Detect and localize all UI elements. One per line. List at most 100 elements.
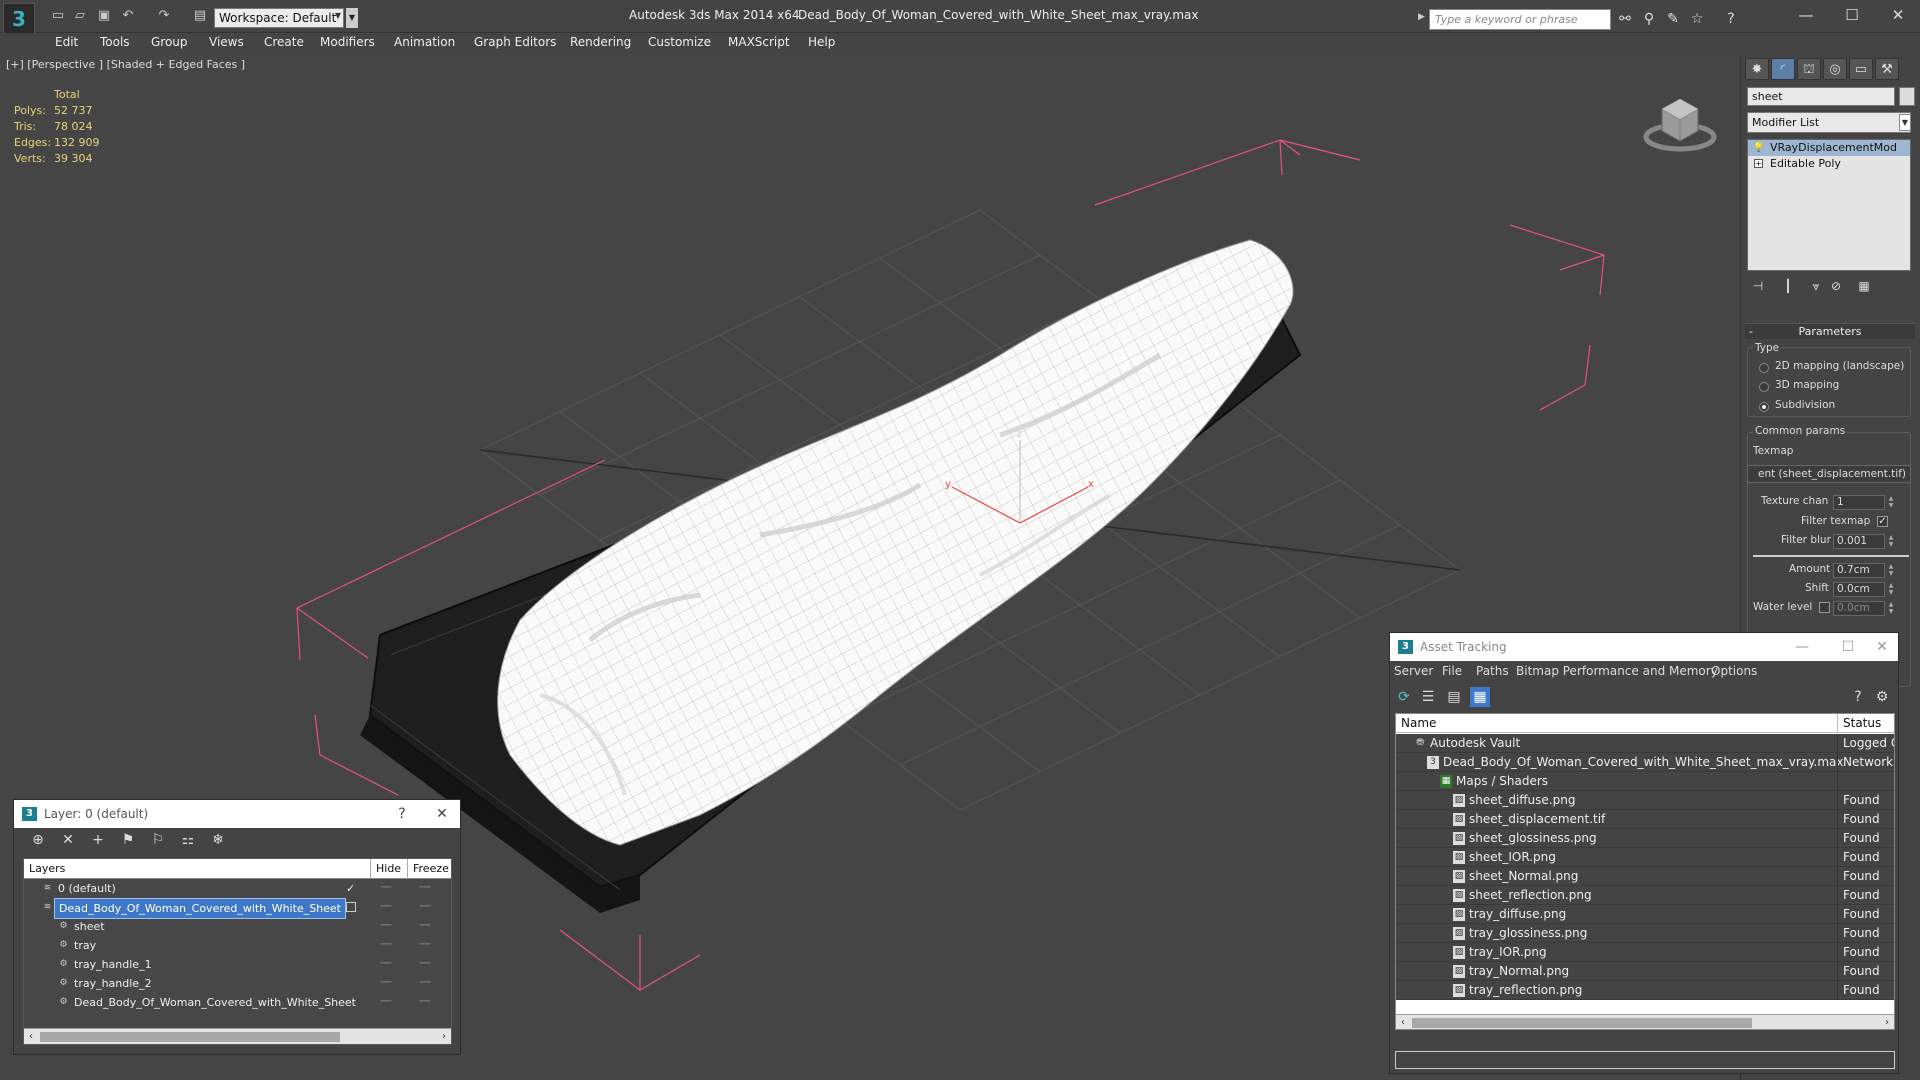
hide-toggle[interactable]: ── [378,955,394,974]
column-name[interactable]: Name [1396,714,1436,733]
create-layer-icon[interactable]: ⊕ [28,830,48,850]
menu-graph-editors[interactable]: Graph Editors [474,35,556,49]
remove-modifier-icon[interactable]: ⊘ [1825,277,1847,295]
layer-row[interactable]: ⚙ tray_handle_2 ── ── [24,974,451,993]
viewport-label[interactable]: [+] [Perspective ] [Shaded + Edged Faces… [6,58,245,71]
configure-modifier-sets-icon[interactable]: ▦ [1853,277,1875,295]
active-layer-check-icon[interactable]: ✓ [346,879,355,898]
tree-view-icon[interactable]: ▤ [1444,687,1464,707]
scroll-left-icon[interactable]: ‹ [1396,1015,1410,1029]
texmap-button[interactable]: ent (sheet_displacement.tif) [1747,465,1911,483]
menu-views[interactable]: Views [209,35,244,49]
menu-create[interactable]: Create [264,35,304,49]
texture-chan-spinner[interactable]: 1 [1833,495,1885,510]
filter-blur-spinner[interactable]: 0.001 [1833,534,1885,549]
hide-toggle[interactable]: ── [378,879,394,898]
asset-horizontal-scrollbar[interactable]: ‹ › [1396,1014,1894,1029]
water-level-checkbox[interactable] [1819,602,1830,613]
asset-row[interactable]: ▨ tray_Normal.png Found [1396,962,1894,981]
project-folder-icon[interactable]: ▤ [192,9,208,23]
expand-plus-icon[interactable]: + [1754,159,1763,168]
scroll-right-icon[interactable]: › [1880,1015,1894,1029]
layer-row[interactable]: ≋ 0 (default) ✓ ── ── [24,879,451,898]
menu-tools[interactable]: Tools [100,35,130,49]
menu-modifiers[interactable]: Modifiers [320,35,375,49]
freeze-toggle[interactable]: ── [417,917,433,936]
utilities-tab-icon[interactable]: ⚒ [1875,58,1899,80]
asset-menu-paths[interactable]: Paths [1476,664,1509,678]
parameters-rollout-header[interactable]: - Parameters [1745,323,1915,339]
menu-edit[interactable]: Edit [55,35,78,49]
menu-maxscript[interactable]: MAXScript [728,35,790,49]
chevron-down-icon[interactable]: ▼ [1899,114,1911,131]
search-input[interactable]: Type a keyword or phrase [1429,9,1611,30]
viewcube-icon[interactable] [1640,85,1720,165]
radio-2d-mapping[interactable] [1759,363,1769,373]
asset-row[interactable]: ▨ sheet_displacement.tif Found [1396,810,1894,829]
radio-3d-mapping[interactable] [1759,382,1769,392]
lightbulb-icon[interactable]: 💡 [1753,142,1764,154]
asset-row[interactable]: ⛃ Autodesk Vault Logged Out [1396,734,1894,753]
layer-window-titlebar[interactable]: 3 Layer: 0 (default) ? ✕ [14,800,460,828]
asset-row[interactable]: ▨ tray_glossiness.png Found [1396,924,1894,943]
asset-row[interactable]: ▨ tray_IOR.png Found [1396,943,1894,962]
menu-group[interactable]: Group [151,35,188,49]
hierarchy-tab-icon[interactable]: ⛫ [1797,58,1821,80]
app-logo-icon[interactable]: 3 [3,3,35,35]
spinner-arrows-icon[interactable]: ▲ ▼ [1887,495,1895,510]
open-file-icon[interactable]: ▱ [72,9,88,23]
menu-customize[interactable]: Customize [648,35,711,49]
column-hide[interactable]: Hide [370,859,401,879]
layer-row[interactable]: ≋ Dead_Body_Of_Woman_Covered_with_White_… [24,898,451,919]
radio-subdivision[interactable] [1759,402,1769,412]
highlight-layer-icon[interactable]: ⚐ [148,830,168,850]
freeze-all-layers-icon[interactable]: ❄ [208,830,228,850]
redo-icon[interactable]: ↷ [156,9,172,23]
search-expand-icon[interactable]: ▶ [1418,12,1425,22]
window-close-button[interactable]: ✕ [1878,4,1918,26]
display-tab-icon[interactable]: ▭ [1849,58,1873,80]
undo-icon[interactable]: ↶ [120,9,136,23]
hide-toggle[interactable]: ── [378,974,394,993]
freeze-toggle[interactable]: ── [417,898,433,917]
stack-item-vray-displacement[interactable]: 💡 VRayDisplacementMod [1748,140,1910,156]
asset-row[interactable]: ▨ sheet_Normal.png Found [1396,867,1894,886]
help-icon[interactable]: ? [1848,687,1868,707]
asset-menu-file[interactable]: File [1442,664,1462,678]
asset-row[interactable]: ▨ tray_reflection.png Found [1396,981,1894,1000]
asset-row[interactable]: ▨ sheet_diffuse.png Found [1396,791,1894,810]
scroll-right-icon[interactable]: › [437,1029,451,1045]
table-view-icon[interactable]: ▦ [1470,687,1490,707]
window-minimize-button[interactable]: — [1784,633,1820,661]
subscription-icon[interactable]: ⚲ [1640,10,1658,28]
binoculars-icon[interactable]: ⚯ [1616,10,1634,28]
scroll-left-icon[interactable]: ‹ [24,1029,38,1045]
scrollbar-thumb[interactable] [1412,1018,1752,1028]
spinner-arrows-icon[interactable]: ▲ ▼ [1887,601,1895,616]
modify-tab-icon[interactable]: ◜ [1771,58,1795,80]
pin-stack-icon[interactable]: ⊣ [1747,277,1769,295]
hide-toggle[interactable]: ── [378,898,394,917]
spinner-arrows-icon[interactable]: ▲ ▼ [1887,582,1895,597]
object-color-swatch[interactable] [1899,87,1915,106]
window-maximize-button[interactable]: ☐ [1832,4,1872,26]
hide-all-layers-icon[interactable]: ⚏ [178,830,198,850]
new-file-icon[interactable]: ▭ [50,9,66,23]
layer-row[interactable]: ⚙ tray ── ── [24,936,451,955]
asset-row[interactable]: ▨ sheet_reflection.png Found [1396,886,1894,905]
layer-horizontal-scrollbar[interactable]: ‹ › [24,1028,451,1044]
close-button[interactable]: ✕ [424,800,460,828]
asset-row[interactable]: 3 Dead_Body_Of_Woman_Covered_with_White_S… [1396,753,1894,772]
asset-row[interactable]: ▨ sheet_glossiness.png Found [1396,829,1894,848]
column-status[interactable]: Status [1837,714,1881,733]
column-layers[interactable]: Layers [24,859,65,879]
asset-menu-bitmap-performance[interactable]: Bitmap Performance and Memory [1516,664,1718,678]
amount-spinner[interactable]: 0.7cm [1833,563,1885,578]
column-freeze[interactable]: Freeze [407,859,449,879]
filter-texmap-checkbox[interactable]: ✓ [1877,516,1888,527]
asset-row[interactable]: ▦ Maps / Shaders [1396,772,1894,791]
freeze-toggle[interactable]: ── [417,974,433,993]
asset-window-titlebar[interactable]: 3 Asset Tracking — ☐ ✕ [1390,633,1898,661]
hide-toggle[interactable]: ── [378,936,394,955]
freeze-toggle[interactable]: ── [417,993,433,1012]
